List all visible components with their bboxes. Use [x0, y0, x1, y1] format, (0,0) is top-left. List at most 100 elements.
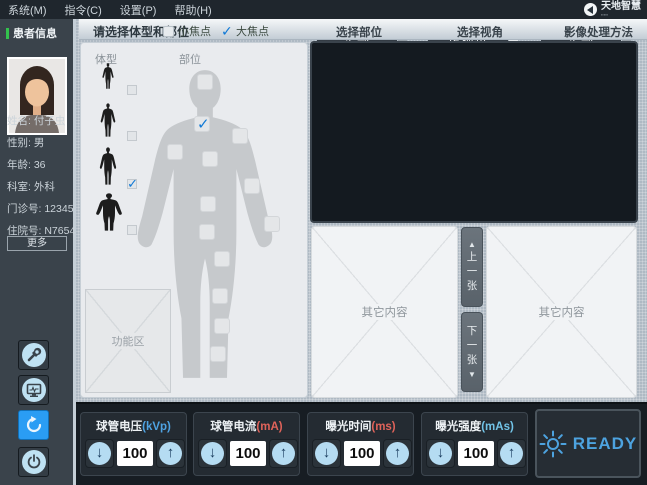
part-marker-left-shoulder[interactable]: [232, 128, 248, 144]
other-content-left-panel: 其它内容: [311, 226, 458, 398]
up-triangle-icon: ▲: [468, 240, 476, 249]
patient-sidebar: 患者信息 姓名: 付子虫 性别: 男 年龄: 36 科室: 外科 门诊号: 12…: [0, 19, 76, 485]
patient-info-header: 患者信息: [6, 25, 57, 41]
arrow-down-icon: ↓: [315, 442, 338, 465]
exposure-time-label: 曝光时间: [325, 421, 371, 433]
brand-subtext: ▪▪▪▪▪: [601, 12, 641, 17]
part-marker-knee[interactable]: [212, 288, 228, 304]
exposure-intensity-unit: (mAs): [481, 421, 514, 433]
small-focus-label: 小焦点: [178, 23, 211, 39]
part-column-label: 部位: [179, 51, 201, 67]
power-icon: [22, 450, 46, 474]
brand-icon: [584, 3, 597, 16]
arrow-down-icon: ↓: [429, 442, 452, 465]
green-accent-bar: [6, 28, 9, 39]
increase-button[interactable]: ↑: [269, 439, 298, 468]
ready-label: READY: [573, 434, 638, 454]
tube-voltage-value[interactable]: 100: [117, 441, 153, 466]
arrow-down-icon: ↓: [88, 442, 111, 465]
patient-info-title: 患者信息: [13, 25, 57, 41]
exposure-time-value[interactable]: 100: [344, 441, 380, 466]
decrease-button[interactable]: ↓: [312, 439, 341, 468]
part-marker-elbow[interactable]: [244, 178, 260, 194]
part-marker-thigh[interactable]: [214, 251, 230, 267]
patient-field-age: 年龄: 36: [7, 157, 46, 172]
selection-lists-panel: [310, 41, 638, 223]
exposure-time-panel: 曝光时间(ms) ↓ 100 ↑: [307, 412, 414, 476]
power-button[interactable]: [18, 447, 49, 477]
part-marker-sternum[interactable]: [202, 151, 218, 167]
exposure-time-unit: (ms): [371, 421, 395, 433]
arrow-down-icon: ↓: [201, 442, 224, 465]
image-process-title: 影像处理方法: [564, 24, 633, 40]
tools-button[interactable]: [18, 340, 49, 370]
arrow-up-icon: ↑: [159, 442, 182, 465]
large-focus-label: 大焦点: [236, 23, 269, 39]
part-marker-shin[interactable]: [214, 318, 230, 334]
other-content-right-panel: 其它内容: [486, 226, 637, 398]
wrench-icon: [22, 343, 46, 367]
tube-voltage-unit: (kVp): [142, 421, 171, 433]
next-page-button[interactable]: 下一张 ▼: [461, 312, 483, 392]
patient-field-gender: 性别: 男: [7, 135, 44, 150]
function-zone: 功能区: [85, 289, 171, 393]
tube-voltage-panel: 球管电压(kVp) ↓ 100 ↑: [80, 412, 187, 476]
select-view-title: 选择视角: [457, 24, 503, 40]
other-content-label: 其它内容: [358, 304, 412, 320]
monitor-button[interactable]: [18, 375, 49, 405]
sun-ready-icon: [539, 430, 567, 458]
more-button[interactable]: 更多: [7, 236, 67, 251]
increase-button[interactable]: ↑: [156, 439, 185, 468]
arrow-up-icon: ↑: [272, 442, 295, 465]
arrow-up-icon: ↑: [500, 442, 523, 465]
prev-page-button[interactable]: ▲ 上一张: [461, 227, 483, 307]
small-focus-checkbox[interactable]: 小焦点: [163, 23, 211, 39]
exposure-intensity-panel: 曝光强度(mAs) ↓ 100 ↑: [421, 412, 528, 476]
next-page-label: 下一张: [465, 325, 480, 369]
brand-logo: 天地智慧 ▪▪▪▪▪: [584, 2, 641, 17]
decrease-button[interactable]: ↓: [426, 439, 455, 468]
menu-system[interactable]: 系统(M): [8, 2, 47, 18]
tube-current-unit: (mA): [256, 421, 282, 433]
monitor-waveform-icon: [22, 378, 46, 402]
other-content-label: 其它内容: [535, 304, 589, 320]
tube-current-panel: 球管电流(mA) ↓ 100 ↑: [193, 412, 300, 476]
part-marker-ankle[interactable]: [210, 346, 226, 362]
large-focus-checkbox[interactable]: 大焦点: [221, 23, 269, 39]
checkbox-checked-icon: [221, 26, 232, 37]
part-marker-pelvis[interactable]: [199, 224, 215, 240]
menu-help[interactable]: 帮助(H): [174, 2, 211, 18]
part-marker-head[interactable]: [197, 74, 213, 90]
header-strip: 请选择体型和部位 小焦点 大焦点 选择部位 选择视角 影像处理方法: [79, 19, 647, 40]
tube-current-label: 球管电流: [210, 421, 256, 433]
increase-button[interactable]: ↑: [497, 439, 526, 468]
checkbox-unchecked-icon: [163, 26, 174, 37]
decrease-button[interactable]: ↓: [198, 439, 227, 468]
menu-bar: 系统(M) 指令(C) 设置(P) 帮助(H) 天地智慧 ▪▪▪▪▪: [0, 0, 647, 19]
exposure-control-bar: 球管电压(kVp) ↓ 100 ↑ 球管电流(mA) ↓ 100 ↑ 曝光时间(…: [76, 402, 647, 485]
decrease-button[interactable]: ↓: [85, 439, 114, 468]
tube-voltage-label: 球管电压: [96, 421, 142, 433]
patient-field-outpatient-no: 门诊号: 12345: [7, 201, 74, 216]
tube-current-value[interactable]: 100: [230, 441, 266, 466]
rotate-arrow-icon: [22, 413, 46, 437]
patient-field-name: 姓名: 付子虫: [7, 113, 65, 128]
prev-page-label: 上一张: [465, 251, 480, 295]
menu-settings[interactable]: 设置(P): [120, 2, 157, 18]
part-marker-wrist[interactable]: [264, 216, 280, 232]
part-marker-right-shoulder[interactable]: [167, 144, 183, 160]
part-selected-check-icon: ✓: [197, 115, 210, 133]
function-zone-label: 功能区: [109, 333, 148, 349]
down-triangle-icon: ▼: [468, 370, 476, 379]
part-marker-abdomen[interactable]: [200, 196, 216, 212]
body-selection-panel: 体型 部位 ✓ ✓ 功能区: [80, 42, 308, 398]
reset-rotate-button[interactable]: [18, 410, 49, 440]
ready-button[interactable]: READY: [535, 409, 641, 478]
exposure-intensity-label: 曝光强度: [435, 421, 481, 433]
brand-name: 天地智慧: [601, 2, 641, 12]
select-part-title: 选择部位: [336, 24, 382, 40]
menu-command[interactable]: 指令(C): [65, 2, 102, 18]
arrow-up-icon: ↑: [386, 442, 409, 465]
exposure-intensity-value[interactable]: 100: [458, 441, 494, 466]
increase-button[interactable]: ↑: [383, 439, 412, 468]
